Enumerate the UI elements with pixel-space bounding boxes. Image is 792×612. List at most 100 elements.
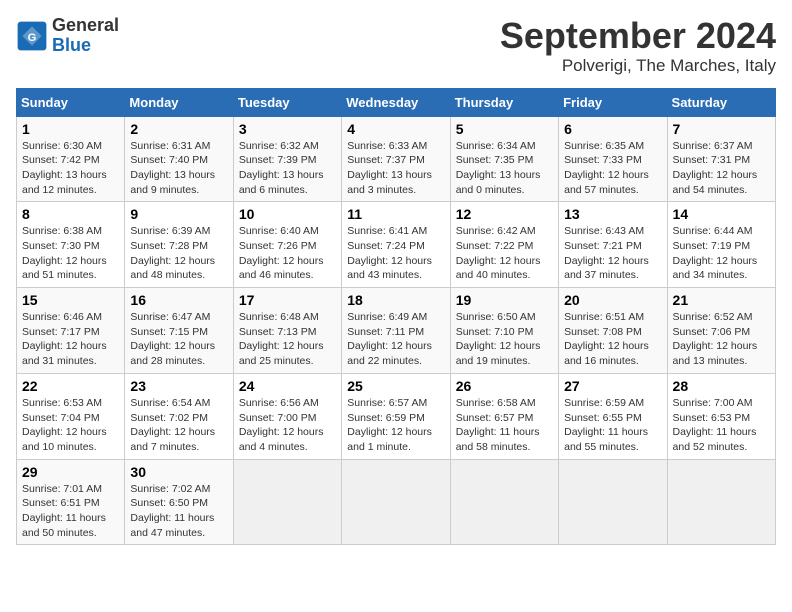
- day-number: 5: [456, 121, 553, 137]
- calendar-cell: [342, 459, 450, 545]
- day-info: Sunrise: 6:48 AMSunset: 7:13 PMDaylight:…: [239, 310, 336, 369]
- day-info: Sunrise: 6:53 AMSunset: 7:04 PMDaylight:…: [22, 396, 119, 455]
- calendar-cell: 12 Sunrise: 6:42 AMSunset: 7:22 PMDayligh…: [450, 202, 558, 288]
- calendar-cell: 17 Sunrise: 6:48 AMSunset: 7:13 PMDayligh…: [233, 288, 341, 374]
- header-friday: Friday: [559, 88, 667, 116]
- calendar-cell: 24 Sunrise: 6:56 AMSunset: 7:00 PMDayligh…: [233, 373, 341, 459]
- calendar-cell: 11 Sunrise: 6:41 AMSunset: 7:24 PMDayligh…: [342, 202, 450, 288]
- calendar-cell: 21 Sunrise: 6:52 AMSunset: 7:06 PMDayligh…: [667, 288, 775, 374]
- day-number: 12: [456, 206, 553, 222]
- day-info: Sunrise: 6:39 AMSunset: 7:28 PMDaylight:…: [130, 224, 227, 283]
- calendar-cell: 30 Sunrise: 7:02 AMSunset: 6:50 PMDayligh…: [125, 459, 233, 545]
- day-number: 21: [673, 292, 770, 308]
- page-header: G General Blue September 2024 Polverigi,…: [16, 16, 776, 76]
- day-number: 23: [130, 378, 227, 394]
- calendar-week-row: 15 Sunrise: 6:46 AMSunset: 7:17 PMDayligh…: [17, 288, 776, 374]
- calendar-header-row: SundayMondayTuesdayWednesdayThursdayFrid…: [17, 88, 776, 116]
- calendar-cell: [450, 459, 558, 545]
- calendar-cell: 2 Sunrise: 6:31 AMSunset: 7:40 PMDaylight…: [125, 116, 233, 202]
- day-number: 1: [22, 121, 119, 137]
- day-number: 19: [456, 292, 553, 308]
- calendar-cell: 1 Sunrise: 6:30 AMSunset: 7:42 PMDaylight…: [17, 116, 125, 202]
- calendar-week-row: 8 Sunrise: 6:38 AMSunset: 7:30 PMDaylight…: [17, 202, 776, 288]
- day-number: 9: [130, 206, 227, 222]
- header-tuesday: Tuesday: [233, 88, 341, 116]
- day-number: 15: [22, 292, 119, 308]
- day-number: 2: [130, 121, 227, 137]
- day-info: Sunrise: 6:30 AMSunset: 7:42 PMDaylight:…: [22, 139, 119, 198]
- day-info: Sunrise: 6:38 AMSunset: 7:30 PMDaylight:…: [22, 224, 119, 283]
- calendar-cell: 27 Sunrise: 6:59 AMSunset: 6:55 PMDayligh…: [559, 373, 667, 459]
- calendar-cell: 14Sunrise: 6:44 AMSunset: 7:19 PMDayligh…: [667, 202, 775, 288]
- day-number: 7: [673, 121, 770, 137]
- day-info: Sunrise: 6:57 AMSunset: 6:59 PMDaylight:…: [347, 396, 444, 455]
- day-info: Sunrise: 6:52 AMSunset: 7:06 PMDaylight:…: [673, 310, 770, 369]
- calendar-cell: 20Sunrise: 6:51 AMSunset: 7:08 PMDayligh…: [559, 288, 667, 374]
- day-info: Sunrise: 6:32 AMSunset: 7:39 PMDaylight:…: [239, 139, 336, 198]
- calendar-cell: 18 Sunrise: 6:49 AMSunset: 7:11 PMDayligh…: [342, 288, 450, 374]
- calendar-cell: 6Sunrise: 6:35 AMSunset: 7:33 PMDaylight…: [559, 116, 667, 202]
- calendar-cell: [233, 459, 341, 545]
- calendar-cell: 3 Sunrise: 6:32 AMSunset: 7:39 PMDaylight…: [233, 116, 341, 202]
- day-number: 8: [22, 206, 119, 222]
- calendar-cell: 13 Sunrise: 6:43 AMSunset: 7:21 PMDayligh…: [559, 202, 667, 288]
- calendar-cell: 23 Sunrise: 6:54 AMSunset: 7:02 PMDayligh…: [125, 373, 233, 459]
- day-number: 16: [130, 292, 227, 308]
- day-info: Sunrise: 6:46 AMSunset: 7:17 PMDaylight:…: [22, 310, 119, 369]
- day-info: Sunrise: 6:54 AMSunset: 7:02 PMDaylight:…: [130, 396, 227, 455]
- day-number: 30: [130, 464, 227, 480]
- day-number: 11: [347, 206, 444, 222]
- day-info: Sunrise: 7:00 AMSunset: 6:53 PMDaylight:…: [673, 396, 770, 455]
- day-number: 26: [456, 378, 553, 394]
- day-number: 27: [564, 378, 661, 394]
- day-info: Sunrise: 6:50 AMSunset: 7:10 PMDaylight:…: [456, 310, 553, 369]
- calendar-cell: 5 Sunrise: 6:34 AMSunset: 7:35 PMDaylight…: [450, 116, 558, 202]
- page-subtitle: Polverigi, The Marches, Italy: [500, 56, 776, 76]
- day-info: Sunrise: 6:34 AMSunset: 7:35 PMDaylight:…: [456, 139, 553, 198]
- page-title: September 2024: [500, 16, 776, 56]
- day-number: 10: [239, 206, 336, 222]
- calendar-cell: 25Sunrise: 6:57 AMSunset: 6:59 PMDayligh…: [342, 373, 450, 459]
- logo: G General Blue: [16, 16, 119, 56]
- calendar-cell: 16Sunrise: 6:47 AMSunset: 7:15 PMDayligh…: [125, 288, 233, 374]
- header-saturday: Saturday: [667, 88, 775, 116]
- day-number: 13: [564, 206, 661, 222]
- calendar-week-row: 29Sunrise: 7:01 AMSunset: 6:51 PMDayligh…: [17, 459, 776, 545]
- day-number: 6: [564, 121, 661, 137]
- day-info: Sunrise: 6:37 AMSunset: 7:31 PMDaylight:…: [673, 139, 770, 198]
- calendar-cell: 26 Sunrise: 6:58 AMSunset: 6:57 PMDayligh…: [450, 373, 558, 459]
- day-number: 22: [22, 378, 119, 394]
- calendar-cell: 28Sunrise: 7:00 AMSunset: 6:53 PMDayligh…: [667, 373, 775, 459]
- header-monday: Monday: [125, 88, 233, 116]
- calendar-cell: [559, 459, 667, 545]
- title-block: September 2024 Polverigi, The Marches, I…: [500, 16, 776, 76]
- logo-icon: G: [16, 20, 48, 52]
- day-info: Sunrise: 6:49 AMSunset: 7:11 PMDaylight:…: [347, 310, 444, 369]
- day-info: Sunrise: 7:01 AMSunset: 6:51 PMDaylight:…: [22, 482, 119, 541]
- calendar-cell: 15 Sunrise: 6:46 AMSunset: 7:17 PMDayligh…: [17, 288, 125, 374]
- header-sunday: Sunday: [17, 88, 125, 116]
- calendar-cell: 8 Sunrise: 6:38 AMSunset: 7:30 PMDaylight…: [17, 202, 125, 288]
- calendar-table: SundayMondayTuesdayWednesdayThursdayFrid…: [16, 88, 776, 546]
- header-thursday: Thursday: [450, 88, 558, 116]
- day-info: Sunrise: 6:31 AMSunset: 7:40 PMDaylight:…: [130, 139, 227, 198]
- day-info: Sunrise: 6:59 AMSunset: 6:55 PMDaylight:…: [564, 396, 661, 455]
- day-info: Sunrise: 6:42 AMSunset: 7:22 PMDaylight:…: [456, 224, 553, 283]
- day-info: Sunrise: 6:40 AMSunset: 7:26 PMDaylight:…: [239, 224, 336, 283]
- day-info: Sunrise: 6:56 AMSunset: 7:00 PMDaylight:…: [239, 396, 336, 455]
- calendar-cell: 29Sunrise: 7:01 AMSunset: 6:51 PMDayligh…: [17, 459, 125, 545]
- day-number: 17: [239, 292, 336, 308]
- day-info: Sunrise: 6:43 AMSunset: 7:21 PMDaylight:…: [564, 224, 661, 283]
- svg-text:G: G: [28, 32, 37, 44]
- calendar-week-row: 22 Sunrise: 6:53 AMSunset: 7:04 PMDayligh…: [17, 373, 776, 459]
- day-number: 18: [347, 292, 444, 308]
- calendar-cell: 7 Sunrise: 6:37 AMSunset: 7:31 PMDaylight…: [667, 116, 775, 202]
- calendar-cell: 19 Sunrise: 6:50 AMSunset: 7:10 PMDayligh…: [450, 288, 558, 374]
- day-number: 24: [239, 378, 336, 394]
- day-info: Sunrise: 7:02 AMSunset: 6:50 PMDaylight:…: [130, 482, 227, 541]
- day-info: Sunrise: 6:41 AMSunset: 7:24 PMDaylight:…: [347, 224, 444, 283]
- day-number: 3: [239, 121, 336, 137]
- calendar-cell: 10 Sunrise: 6:40 AMSunset: 7:26 PMDayligh…: [233, 202, 341, 288]
- logo-general: General: [52, 16, 119, 36]
- day-info: Sunrise: 6:58 AMSunset: 6:57 PMDaylight:…: [456, 396, 553, 455]
